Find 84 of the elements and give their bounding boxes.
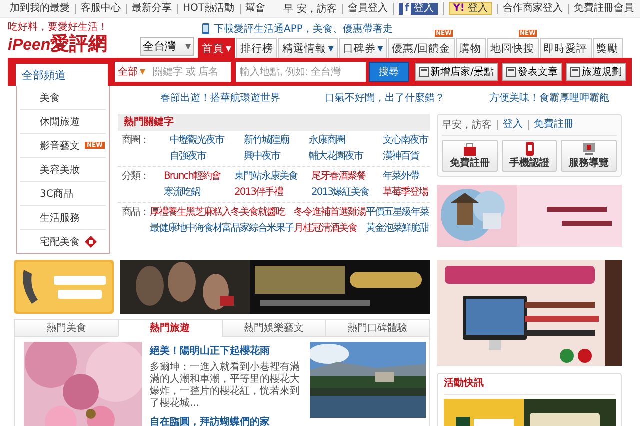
channel-tab[interactable]: 全部頻道 — [16, 64, 108, 86]
keyword-link[interactable]: 新竹城隍廟 — [244, 134, 289, 147]
top-link[interactable]: 加到我的最愛 — [10, 4, 70, 14]
diamond-icon — [85, 236, 97, 248]
nav-tab[interactable]: 即時愛評 — [540, 38, 592, 58]
channel-menu-item[interactable]: 生活服務 — [20, 206, 106, 230]
channel-menu-item[interactable]: 休閒旅遊 — [20, 110, 106, 134]
member-login-link[interactable]: 會員登入 — [342, 4, 388, 14]
keyword-link[interactable]: 富品家綜合米果子 — [222, 222, 294, 235]
keyword-link[interactable]: 年菜外帶 — [383, 170, 428, 183]
member-button[interactable]: 服務導覽 — [561, 140, 618, 172]
keyword-label: 商品： — [122, 206, 150, 220]
keyword-link[interactable]: 黃金泡菜鮮脆甜 — [366, 222, 429, 235]
headline-link[interactable]: 方便美味！食霸厚哩呷霸飽 — [490, 92, 610, 106]
channel-menu-item[interactable]: 宅配美食 — [20, 230, 106, 253]
channel-menu-item[interactable]: 美容美妝 — [20, 158, 106, 182]
keyword-link[interactable]: 2013爆紅美食 — [312, 186, 369, 199]
facebook-login-button[interactable]: f 登入 — [398, 2, 438, 14]
logo-brand[interactable]: iPeen — [8, 36, 51, 56]
login-link[interactable]: 登入 — [497, 120, 523, 130]
keyword-link[interactable]: 永康商圈 — [309, 134, 363, 147]
member-button[interactable]: 手機認證 — [502, 140, 558, 172]
panel-header: 熱門關鍵字 — [118, 114, 430, 131]
keyword-link[interactable]: 冬令進補首選雞湯 — [294, 206, 366, 219]
keyword-link[interactable]: 東門站永康美食 — [234, 170, 298, 183]
panel-header: 活動快訊 — [444, 374, 615, 395]
nav-tab[interactable]: 購物 — [456, 38, 486, 58]
keyword-link[interactable]: 最健康地中海食材 — [150, 222, 222, 235]
top-link[interactable]: 最新分享 — [126, 4, 172, 14]
bag-icon — [462, 142, 478, 156]
greeting-text: 早 安，訪客 — [284, 2, 337, 16]
nav-tab[interactable]: 優惠/回饋金 — [388, 38, 455, 58]
phone-icon — [202, 23, 210, 35]
content-tab[interactable]: 熱門口碑體驗 — [325, 320, 429, 337]
keyword-link[interactable]: 輔大花園夜市 — [309, 150, 363, 163]
keyword-link[interactable]: 平價五星級年菜 — [366, 206, 429, 219]
nav-tab[interactable]: 地圖快搜 — [486, 38, 539, 58]
article-summary: 多爾坤：一進入就看到小巷裡有滿滿的人潮和車潮，平等里的櫻花大爆炸，一整片的櫻花紅，恍若來到了櫻花城... — [150, 362, 301, 410]
logo-slogan: 吃好料，要愛好生活！ — [8, 22, 108, 33]
channel-menu-item[interactable]: 美食 — [20, 86, 106, 110]
action-button[interactable]: 發表文章 — [502, 63, 562, 81]
search-button[interactable]: 搜尋 — [369, 62, 409, 82]
computer-icon — [581, 142, 598, 156]
nav-tab[interactable]: 排行榜 — [236, 38, 278, 58]
register-link[interactable]: 免費註冊會員 — [568, 4, 634, 14]
keyword-label: 分類： — [122, 170, 150, 184]
top-link[interactable]: 客服中心 — [75, 4, 121, 14]
content-tab[interactable]: 熱門美食 — [15, 320, 118, 337]
keyword-link[interactable]: 入冬美食就醬吃 — [222, 206, 294, 219]
document-icon — [506, 67, 516, 77]
keyword-link[interactable]: 漢神百貨 — [383, 150, 428, 163]
action-button[interactable]: 旅遊規劃 — [566, 63, 626, 81]
keyword-link[interactable]: 自強夜市 — [170, 150, 224, 163]
keyword-link[interactable]: 月桂冠清酒美食 — [294, 222, 366, 235]
keyword-label: 商圈： — [122, 134, 150, 148]
document-icon — [418, 67, 429, 77]
app-promo-link[interactable]: 下載愛評生活通APP，美食、優惠帶著走 — [214, 22, 393, 36]
location-field[interactable]: 輸入地點, 例如: 全台灣 — [236, 62, 366, 82]
keyword-link[interactable]: 寒流吃鍋 — [164, 186, 220, 199]
yahoo-login-button[interactable]: Y! 登入 — [449, 2, 492, 15]
content-tab[interactable]: 熱門娛樂藝文 — [222, 320, 326, 337]
register-link[interactable]: 免費註冊 — [528, 120, 574, 130]
member-button[interactable]: 免費註冊 — [442, 140, 498, 172]
keyword-link[interactable]: Brunch輕約會 — [164, 170, 220, 183]
headline-link[interactable]: 口氣不好聞，出了什麼錯？ — [324, 92, 445, 106]
keyword-link[interactable]: 2013伴手禮 — [234, 186, 298, 199]
document-icon — [570, 67, 580, 77]
top-link[interactable]: HOT熱活動 — [177, 4, 234, 14]
keyword-link[interactable]: 興中夜市 — [244, 150, 289, 163]
greeting-text: 早安，訪客 — [442, 118, 492, 132]
channel-menu-item[interactable]: 3C商品 — [20, 182, 106, 206]
keyword-link[interactable]: 厚禮養生黑芝麻糕 — [150, 206, 222, 219]
headline-link[interactable]: 春節出遊！搭華航環遊世界 — [160, 92, 280, 106]
partner-login-link[interactable]: 合作商家登入 — [497, 4, 563, 14]
keyword-field[interactable]: 關鍵字 或 店名 — [151, 62, 231, 82]
keyword-link[interactable]: 草莓季登場 — [383, 186, 428, 199]
top-link[interactable]: 幫會 — [240, 4, 266, 14]
keyword-link[interactable]: 尾牙春酒聚餐 — [312, 170, 369, 183]
logo-name[interactable]: 愛評網 — [50, 33, 108, 55]
action-button[interactable]: 新增店家/景點 — [414, 63, 498, 81]
article-title[interactable]: 絕美！陽明山正下起櫻花雨 — [150, 344, 302, 358]
keyword-link[interactable]: 文心南夜市 — [383, 134, 428, 147]
keyword-link[interactable]: 中壢觀光夜市 — [170, 134, 224, 147]
nav-tab[interactable]: 獎勵 — [592, 38, 623, 58]
